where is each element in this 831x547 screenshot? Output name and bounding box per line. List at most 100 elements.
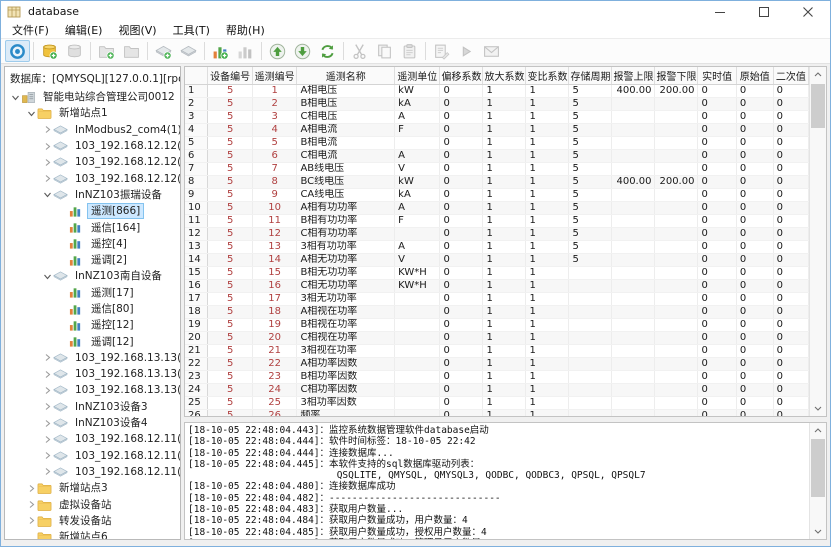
row-number[interactable]: 11 xyxy=(185,214,208,227)
table-cell[interactable]: 0 xyxy=(440,305,483,318)
table-cell[interactable]: 1 xyxy=(526,97,569,110)
table-cell[interactable]: 5 xyxy=(569,162,612,175)
table-cell[interactable]: A相电流 xyxy=(297,123,395,136)
tree-item[interactable]: 虚拟设备站 xyxy=(5,496,180,512)
row-number[interactable]: 4 xyxy=(185,123,208,136)
table-cell[interactable]: 0 xyxy=(698,214,736,227)
table-cell[interactable]: CA线电压 xyxy=(297,188,395,201)
table-cell[interactable]: 1 xyxy=(526,370,569,383)
table-cell[interactable]: 0 xyxy=(773,396,808,409)
table-cell[interactable] xyxy=(612,97,655,110)
table-cell[interactable]: 19 xyxy=(252,318,297,331)
table-cell[interactable] xyxy=(612,136,655,149)
log-scrollbar-thumb[interactable] xyxy=(811,439,825,497)
table-cell[interactable]: 0 xyxy=(736,97,773,110)
table-cell[interactable]: 1 xyxy=(526,188,569,201)
table-cell[interactable]: 1 xyxy=(526,123,569,136)
chevron-right-icon[interactable] xyxy=(42,174,53,183)
table-cell[interactable]: 0 xyxy=(440,110,483,123)
table-cell[interactable]: 3相无功功率 xyxy=(297,292,395,305)
close-icon[interactable] xyxy=(786,1,830,22)
table-cell[interactable]: 1 xyxy=(526,136,569,149)
table-cell[interactable]: 0 xyxy=(698,162,736,175)
chevron-right-icon[interactable] xyxy=(42,142,53,151)
table-cell[interactable]: 5 xyxy=(569,214,612,227)
table-cell[interactable] xyxy=(655,318,698,331)
chevron-right-icon[interactable] xyxy=(42,419,53,428)
table-cell[interactable]: KW*H xyxy=(395,266,440,279)
table-cell[interactable]: 0 xyxy=(736,279,773,292)
row-number[interactable]: 8 xyxy=(185,175,208,188)
table-cell[interactable] xyxy=(612,318,655,331)
table-cell[interactable] xyxy=(612,110,655,123)
table-cell[interactable] xyxy=(655,110,698,123)
table-cell[interactable] xyxy=(655,136,698,149)
table-cell[interactable]: 0 xyxy=(736,214,773,227)
table-cell[interactable]: 5 xyxy=(208,123,253,136)
table-cell[interactable] xyxy=(655,266,698,279)
table-cell[interactable]: A xyxy=(395,149,440,162)
column-header[interactable]: 变比系数 xyxy=(526,67,569,84)
tree-item[interactable]: 103_192.168.13.13(1) xyxy=(5,350,180,366)
table-cell[interactable]: kW xyxy=(395,175,440,188)
table-cell[interactable] xyxy=(655,227,698,240)
table-cell[interactable]: 10 xyxy=(252,201,297,214)
table-cell[interactable] xyxy=(569,279,612,292)
table-cell[interactable]: 1 xyxy=(483,396,526,409)
table-cell[interactable]: 1 xyxy=(483,253,526,266)
table-cell[interactable]: A xyxy=(395,201,440,214)
table-cell[interactable] xyxy=(569,266,612,279)
table-cell[interactable]: 5 xyxy=(208,84,253,97)
table-cell[interactable]: A相视在功率 xyxy=(297,305,395,318)
table-cell[interactable]: 3相功率因数 xyxy=(297,396,395,409)
table-cell[interactable]: 400.00 xyxy=(612,175,655,188)
row-number[interactable]: 10 xyxy=(185,201,208,214)
table-cell[interactable]: 1 xyxy=(526,162,569,175)
table-cell[interactable]: 1 xyxy=(526,357,569,370)
table-cell[interactable]: 200.00 xyxy=(655,175,698,188)
table-cell[interactable]: 0 xyxy=(736,370,773,383)
row-number[interactable]: 13 xyxy=(185,240,208,253)
table-cell[interactable]: 22 xyxy=(252,357,297,370)
table-cell[interactable]: 0 xyxy=(736,305,773,318)
table-cell[interactable] xyxy=(655,370,698,383)
table-cell[interactable]: 20 xyxy=(252,331,297,344)
table-cell[interactable] xyxy=(612,383,655,396)
table-cell[interactable]: C相有功功率 xyxy=(297,227,395,240)
table-cell[interactable] xyxy=(569,357,612,370)
row-number[interactable]: 3 xyxy=(185,110,208,123)
table-cell[interactable] xyxy=(395,344,440,357)
row-number[interactable]: 6 xyxy=(185,149,208,162)
table-cell[interactable]: 16 xyxy=(252,279,297,292)
table-cell[interactable] xyxy=(655,201,698,214)
table-cell[interactable]: 3相视在功率 xyxy=(297,344,395,357)
table-cell[interactable]: 0 xyxy=(736,357,773,370)
tree-item[interactable]: InNZ103南自设备 xyxy=(5,268,180,284)
table-cell[interactable]: 5 xyxy=(569,84,612,97)
table-cell[interactable]: 18 xyxy=(252,305,297,318)
table-cell[interactable]: 0 xyxy=(698,136,736,149)
table-cell[interactable]: 0 xyxy=(440,84,483,97)
table-cell[interactable] xyxy=(569,305,612,318)
move-up-icon[interactable] xyxy=(265,40,290,62)
table-cell[interactable] xyxy=(395,357,440,370)
table-cell[interactable]: 0 xyxy=(773,266,808,279)
row-number[interactable]: 7 xyxy=(185,162,208,175)
table-cell[interactable]: 5 xyxy=(569,227,612,240)
table-cell[interactable]: 1 xyxy=(483,344,526,357)
chevron-right-icon[interactable] xyxy=(42,370,53,379)
table-cell[interactable] xyxy=(612,292,655,305)
row-number[interactable]: 23 xyxy=(185,370,208,383)
table-cell[interactable] xyxy=(655,149,698,162)
table-cell[interactable]: C相电流 xyxy=(297,149,395,162)
tree-item[interactable]: 遥控[12] xyxy=(5,317,180,333)
table-cell[interactable]: 0 xyxy=(440,344,483,357)
log-scroll-down-icon[interactable] xyxy=(810,524,826,539)
column-header[interactable]: 报警上限 xyxy=(612,67,655,84)
table-cell[interactable]: 5 xyxy=(569,240,612,253)
table-cell[interactable]: 0 xyxy=(736,240,773,253)
tree-item[interactable]: 遥测[17] xyxy=(5,285,180,301)
table-cell[interactable]: 0 xyxy=(736,344,773,357)
table-cell[interactable]: 0 xyxy=(698,370,736,383)
table-cell[interactable]: 0 xyxy=(440,266,483,279)
